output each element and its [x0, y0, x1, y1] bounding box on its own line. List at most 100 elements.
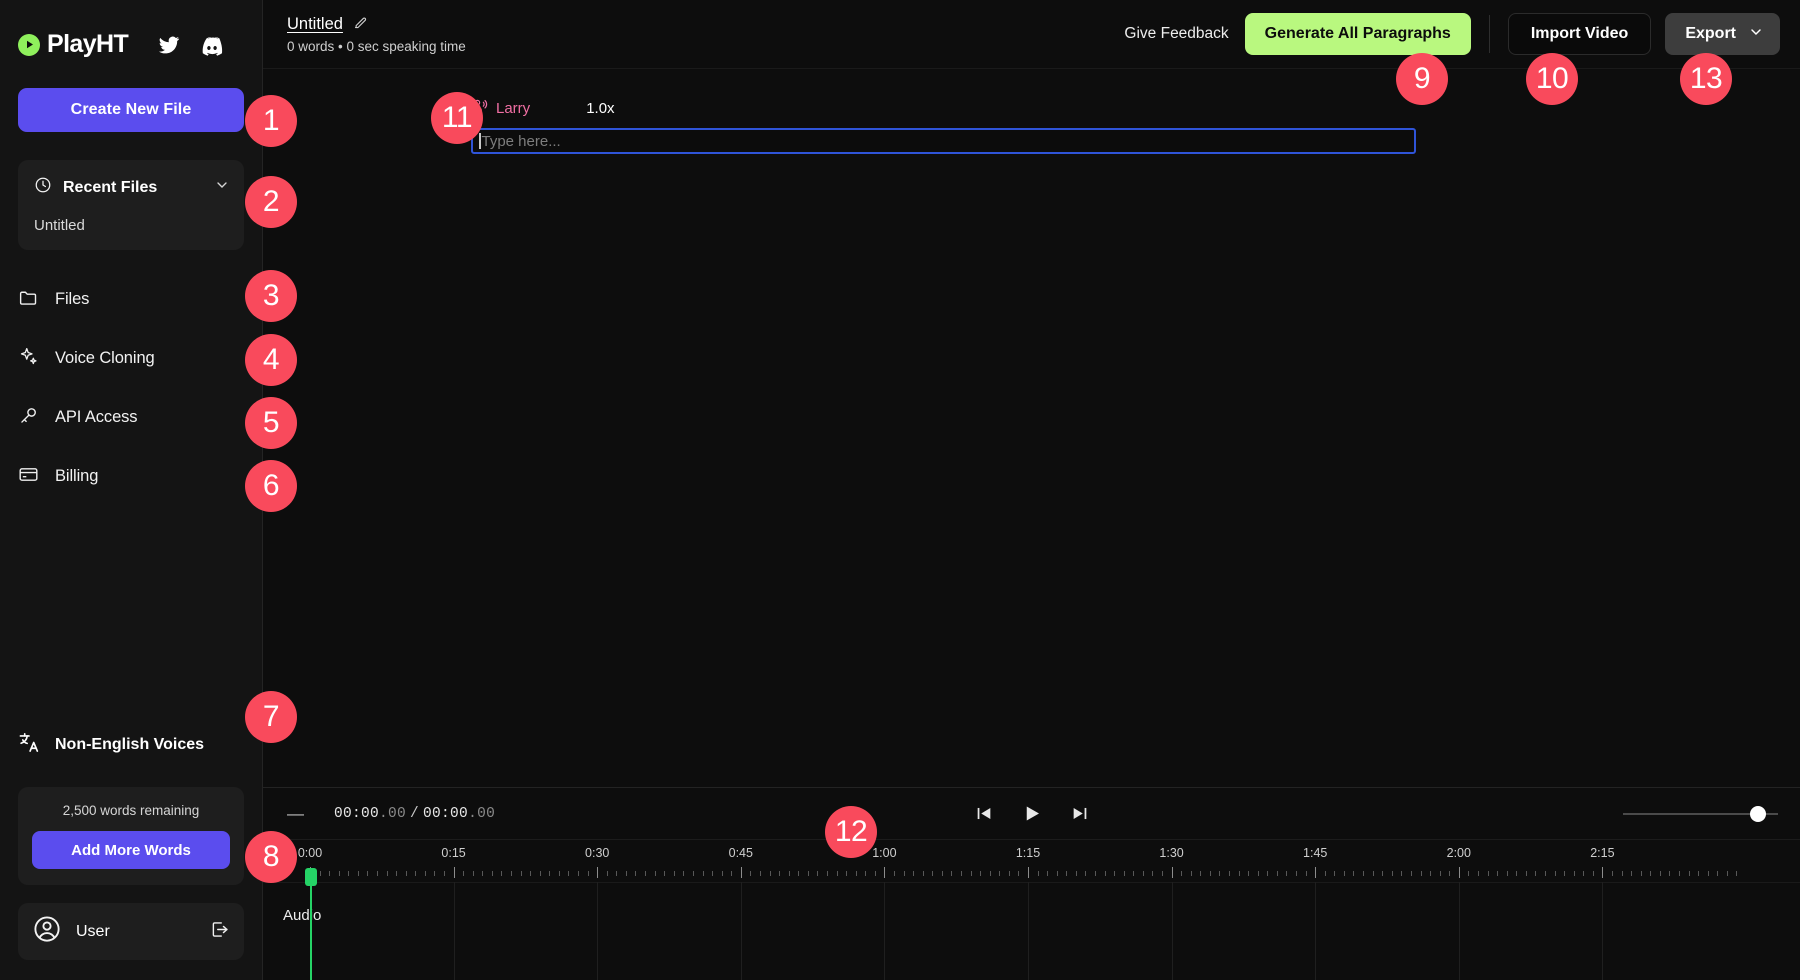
timeline-tick-minor	[1239, 871, 1240, 876]
create-new-file-button[interactable]: Create New File	[18, 88, 244, 132]
timeline-tick-label: 1:15	[1016, 846, 1040, 860]
timeline-tick-minor	[760, 871, 761, 876]
timeline-tick-minor	[1085, 871, 1086, 876]
timeline-tick-minor	[817, 871, 818, 876]
timeline-tick-minor	[1363, 871, 1364, 876]
sidebar-item-voice-cloning[interactable]: Voice Cloning	[0, 329, 262, 388]
paragraph-header: Larry 1.0x	[471, 97, 1800, 119]
timeline-tick-minor	[664, 871, 665, 876]
timeline-tick-major	[1315, 867, 1316, 878]
timeline-tick-label: 2:00	[1447, 846, 1471, 860]
timeline-zoom-slider[interactable]	[1623, 804, 1778, 824]
timeline-tick-minor	[1526, 871, 1527, 876]
timeline-tick-minor	[1497, 871, 1498, 876]
timeline-tick-minor	[1286, 871, 1287, 876]
play-icon[interactable]	[1021, 803, 1042, 824]
pencil-edit-icon[interactable]	[353, 15, 368, 35]
timeline-tick-minor	[1152, 871, 1153, 876]
timeline-tick-minor	[1488, 871, 1489, 876]
timeline-tick-minor	[626, 871, 627, 876]
timeline-tick-minor	[1650, 871, 1651, 876]
recent-files-header[interactable]: Recent Files	[18, 172, 244, 203]
credit-card-icon	[18, 464, 39, 490]
timeline-tick-minor	[837, 871, 838, 876]
transport-controls	[974, 803, 1089, 824]
timeline[interactable]: 0:000:150:300:451:001:151:301:452:002:15…	[263, 839, 1800, 980]
player-controls-bar: — 00:00.00/00:00.00	[263, 787, 1800, 839]
sidebar-item-label: Files	[55, 290, 89, 309]
timeline-tick-minor	[1430, 871, 1431, 876]
add-more-words-button[interactable]: Add More Words	[32, 831, 230, 869]
timeline-tick-minor	[1325, 871, 1326, 876]
recent-file-item[interactable]: Untitled	[18, 203, 244, 236]
timeline-tick-minor	[1708, 871, 1709, 876]
timeline-tick-minor	[339, 871, 340, 876]
timeline-grid-line	[1459, 882, 1460, 980]
timeline-tick-minor	[530, 871, 531, 876]
timeline-tick-minor	[1516, 871, 1517, 876]
timeline-tick-minor	[1219, 871, 1220, 876]
export-button[interactable]: Export	[1665, 13, 1780, 55]
current-ms: .00	[379, 806, 406, 822]
timeline-tick-minor	[1669, 871, 1670, 876]
timeline-tick-minor	[1382, 871, 1383, 876]
timeline-tick-minor	[951, 871, 952, 876]
sidebar-item-billing[interactable]: Billing	[0, 447, 262, 506]
speed-value[interactable]: 1.0x	[586, 100, 614, 117]
timeline-tick-minor	[961, 871, 962, 876]
voice-speaker-icon[interactable]	[471, 97, 488, 119]
user-account-card[interactable]: User	[18, 903, 244, 960]
timeline-tick-minor	[1564, 871, 1565, 876]
give-feedback-link[interactable]: Give Feedback	[1124, 25, 1228, 43]
timeline-tick-minor	[1449, 871, 1450, 876]
timeline-tick-minor	[999, 871, 1000, 876]
voice-name[interactable]: Larry	[496, 100, 530, 117]
timeline-tick-minor	[1277, 871, 1278, 876]
timeline-ruler[interactable]: 0:000:150:300:451:001:151:301:452:002:15	[263, 840, 1800, 882]
sidebar-item-api-access[interactable]: API Access	[0, 388, 262, 447]
document-title[interactable]: Untitled	[287, 15, 343, 34]
timeline-tick-minor	[1191, 871, 1192, 876]
timeline-tick-label: 0:45	[729, 846, 753, 860]
user-circle-icon	[32, 914, 62, 949]
timeline-tick-minor	[904, 871, 905, 876]
timeline-tick-minor	[1200, 871, 1201, 876]
discord-icon[interactable]	[200, 33, 224, 57]
playhead-knob[interactable]	[305, 868, 317, 886]
paragraph-text-input[interactable]: Type here...	[471, 128, 1416, 154]
timeline-tick-minor	[1066, 871, 1067, 876]
timeline-tick-minor	[367, 871, 368, 876]
logout-icon[interactable]	[209, 919, 230, 945]
import-video-button[interactable]: Import Video	[1508, 13, 1652, 55]
timeline-tick-label: 0:30	[585, 846, 609, 860]
generate-all-paragraphs-button[interactable]: Generate All Paragraphs	[1245, 13, 1471, 55]
playht-studio-app: PlayHT Create New File Recent Files	[0, 0, 1800, 980]
non-english-voices-button[interactable]: Non-English Voices	[0, 721, 262, 769]
timeline-tick-major	[741, 867, 742, 878]
timeline-tick-minor	[655, 871, 656, 876]
minus-icon[interactable]: —	[287, 805, 304, 822]
timeline-tick-minor	[1353, 871, 1354, 876]
timeline-tick-minor	[1641, 871, 1642, 876]
timeline-tick-label: 0:00	[298, 846, 322, 860]
twitter-icon[interactable]	[158, 34, 180, 56]
chevron-down-icon[interactable]	[214, 177, 230, 198]
timeline-tick-major	[884, 867, 885, 878]
sidebar-item-label: Billing	[55, 467, 98, 486]
timeline-playhead[interactable]	[310, 868, 312, 980]
timeline-grid-line	[741, 882, 742, 980]
timeline-tick-minor	[1612, 871, 1613, 876]
sidebar-item-files[interactable]: Files	[0, 270, 262, 329]
timeline-tick-minor	[1574, 871, 1575, 876]
timeline-tick-minor	[1631, 871, 1632, 876]
skip-forward-icon[interactable]	[1070, 804, 1089, 823]
folder-icon	[18, 287, 39, 313]
skip-back-icon[interactable]	[974, 804, 993, 823]
timeline-tick-minor	[1392, 871, 1393, 876]
timeline-tick-minor	[1622, 871, 1623, 876]
timeline-tick-minor	[932, 871, 933, 876]
timeline-tick-minor	[578, 871, 579, 876]
timeline-tick-minor	[808, 871, 809, 876]
timeline-tick-major	[597, 867, 598, 878]
zoom-slider-knob[interactable]	[1750, 806, 1766, 822]
